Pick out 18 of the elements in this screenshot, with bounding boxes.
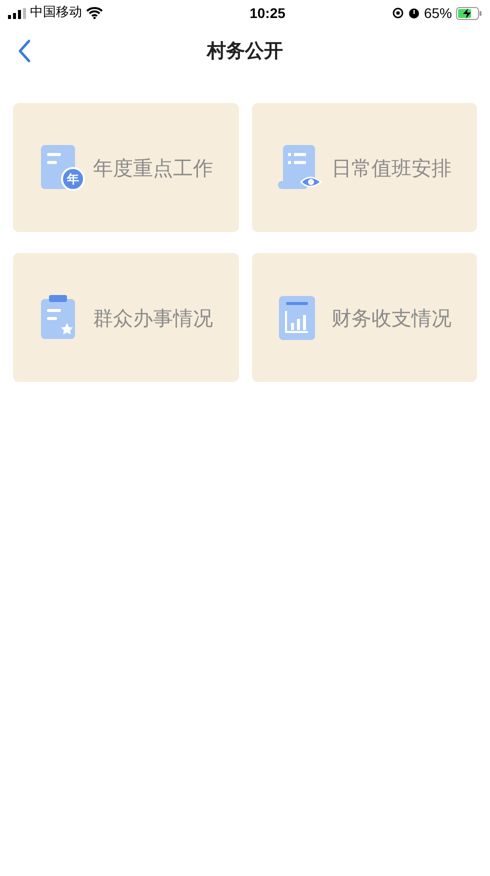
card-label: 群众办事情况	[92, 304, 213, 332]
wifi-icon	[86, 7, 103, 19]
card-label: 财务收支情况	[331, 304, 452, 332]
page-title: 村务公开	[207, 38, 283, 64]
menu-card[interactable]: 年 年度重点工作	[13, 103, 238, 232]
clock-time: 10:25	[250, 4, 286, 22]
card-label: 年度重点工作	[92, 154, 213, 182]
carrier-name: 中国移动	[30, 4, 82, 22]
battery-charging-icon	[456, 6, 482, 20]
menu-card[interactable]: 群众办事情况	[13, 253, 238, 382]
menu-card[interactable]: 日常值班安排	[252, 103, 477, 232]
signal-icon	[8, 8, 26, 18]
alarm-icon	[408, 7, 420, 19]
back-chevron-icon	[17, 39, 31, 63]
menu-card[interactable]: 财务收支情况	[252, 253, 477, 382]
rotation-lock-icon	[392, 7, 404, 19]
battery-percent: 65%	[424, 4, 452, 22]
card-label: 日常值班安排	[331, 154, 452, 182]
